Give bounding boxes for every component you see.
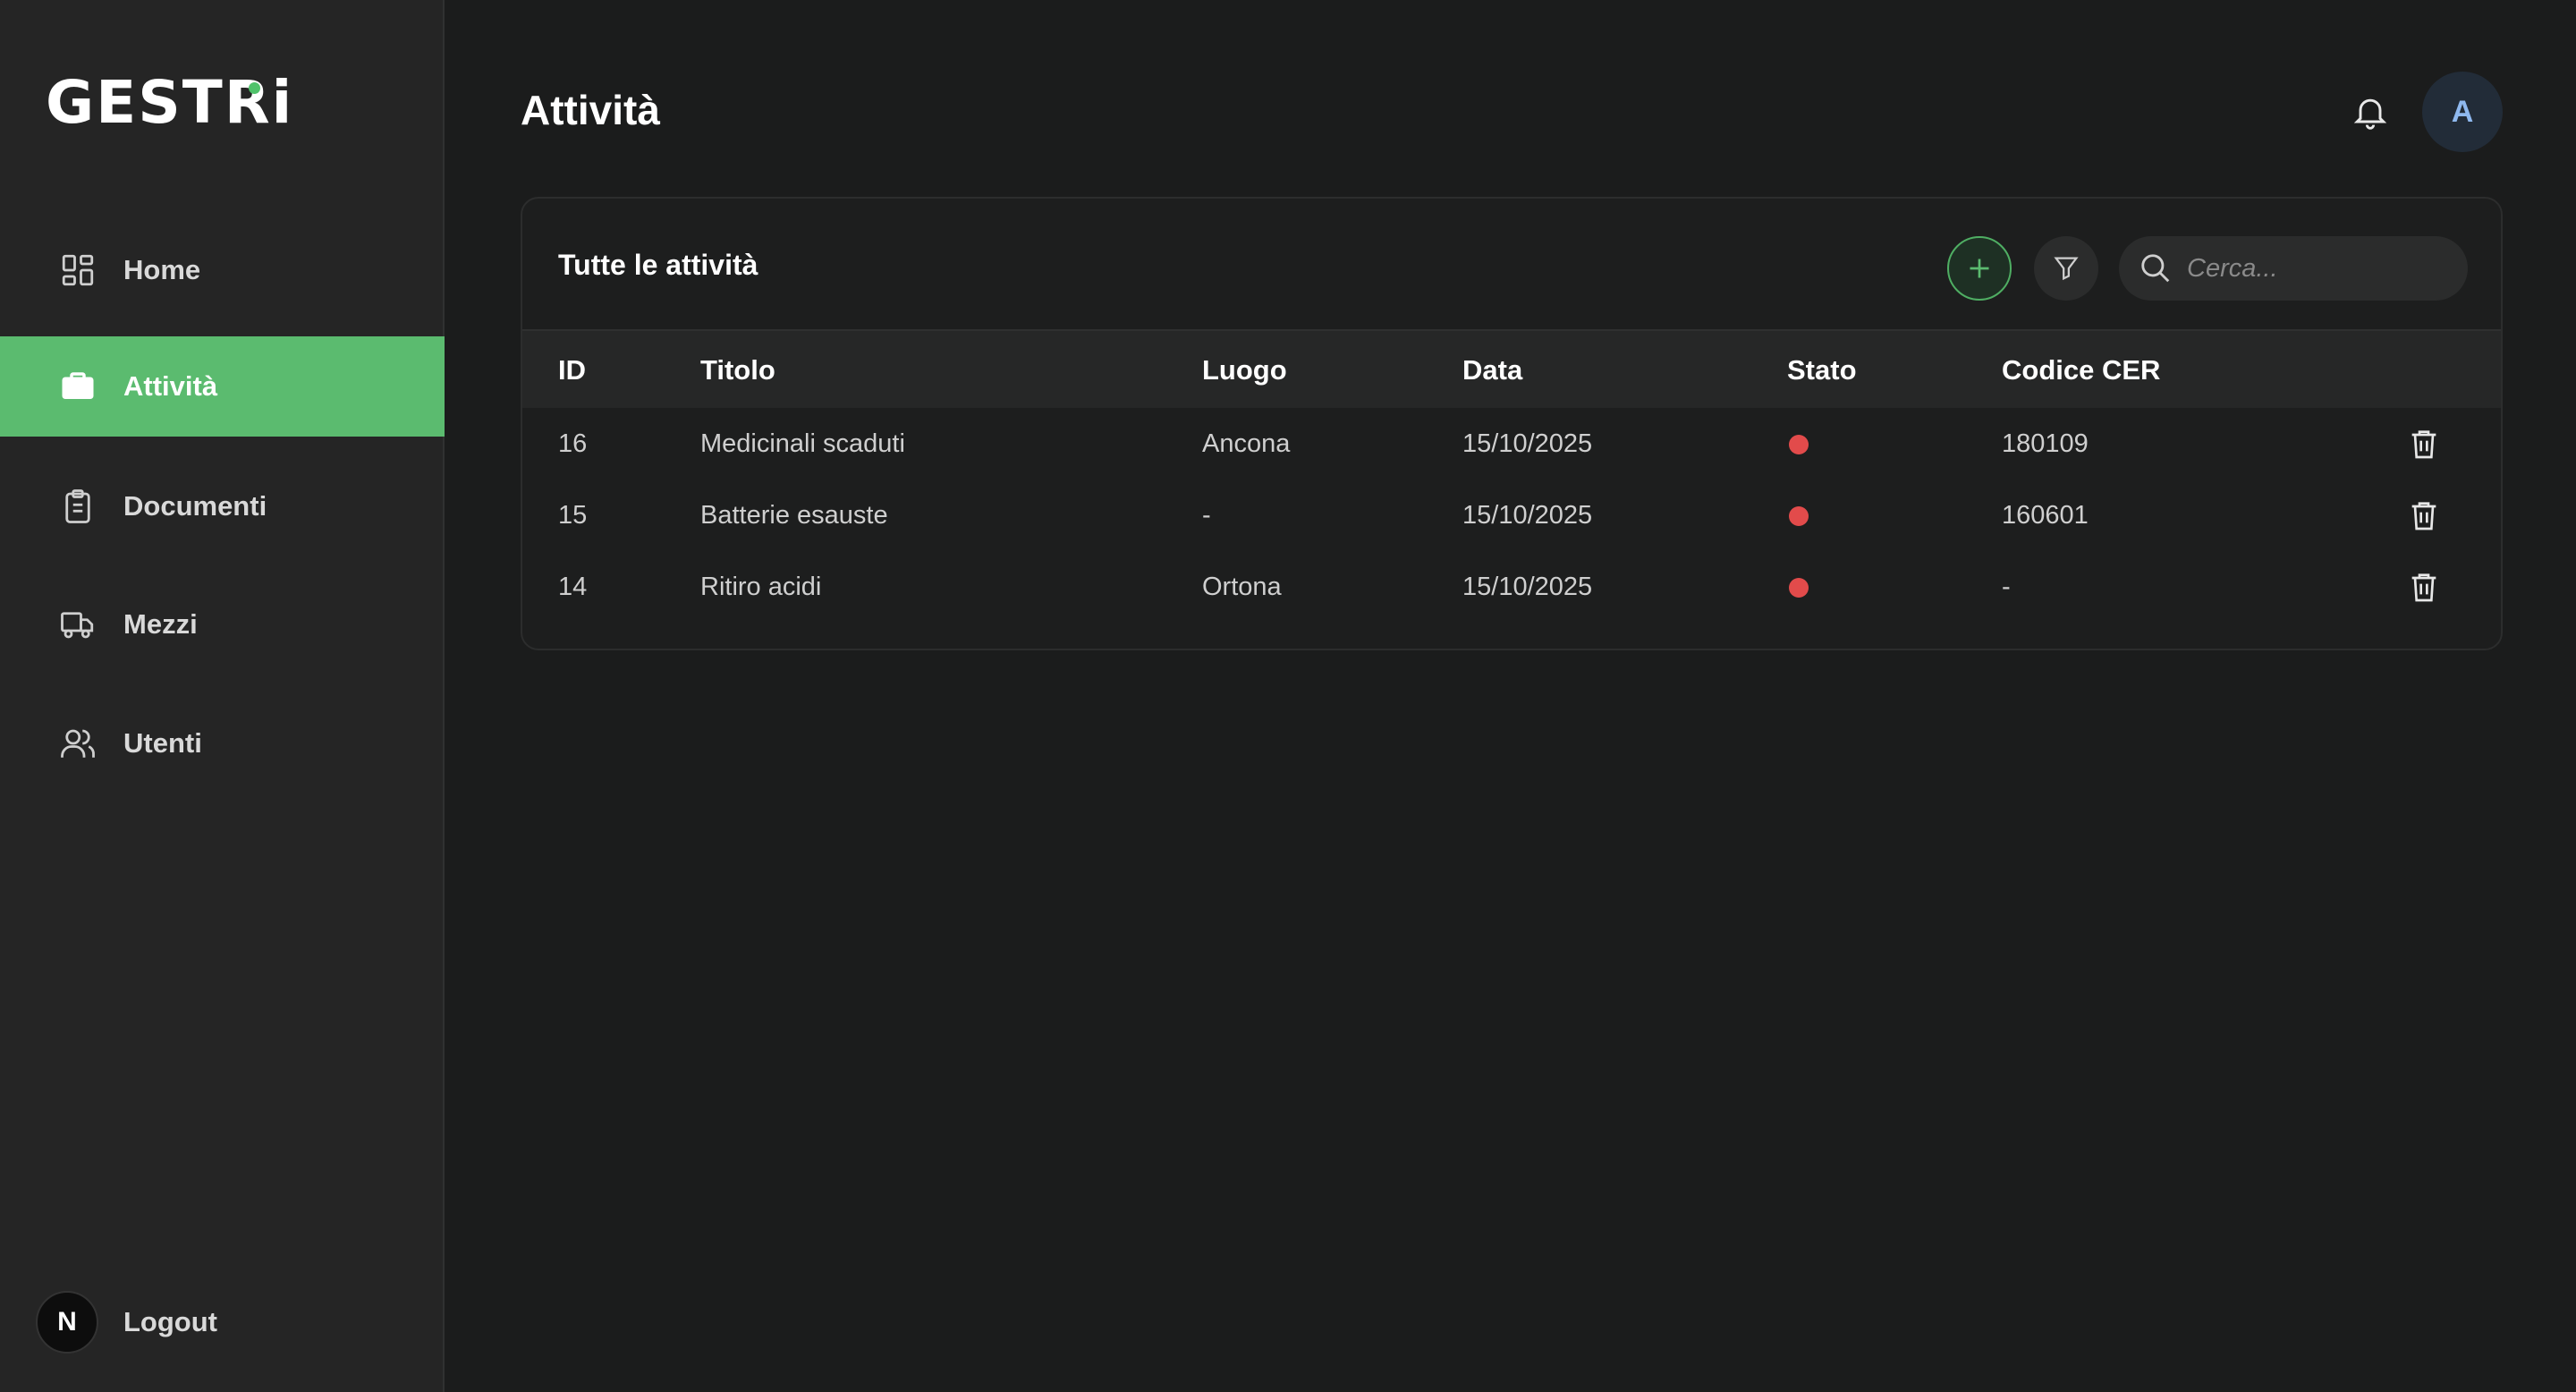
sidebar-item-utenti[interactable]: Utenti: [0, 693, 445, 794]
plus-icon: [1970, 259, 1989, 278]
grid-icon: [59, 251, 97, 289]
status-dot: [1789, 435, 1809, 454]
table-row[interactable]: 15 Batterie esauste - 15/10/2025 160601: [522, 480, 2501, 551]
filter-button[interactable]: [2034, 236, 2098, 301]
logout-label: Logout: [123, 1306, 218, 1337]
sidebar-item-label: Attività: [123, 370, 218, 402]
cell-luogo: Ortona: [1202, 573, 1282, 601]
activities-card: Tutte le attività ID Titolo Luogo Data S…: [521, 197, 2503, 650]
table-header: ID Titolo Luogo Data Stato Codice CER: [522, 329, 2501, 410]
cell-id: 15: [558, 501, 588, 530]
cell-codice-cer: -: [2002, 573, 2011, 601]
cell-data: 15/10/2025: [1462, 573, 1593, 601]
col-codice-cer[interactable]: Codice CER: [2002, 331, 2160, 410]
search-box: [2119, 236, 2468, 301]
col-luogo[interactable]: Luogo: [1202, 331, 1287, 410]
sidebar-item-documenti[interactable]: Documenti: [0, 456, 445, 556]
trash-icon[interactable]: [2406, 426, 2442, 462]
briefcase-icon: [59, 368, 97, 405]
add-activity-button[interactable]: [1947, 236, 2012, 301]
cell-codice-cer: 160601: [2002, 501, 2089, 530]
cell-id: 16: [558, 429, 588, 458]
logout-button[interactable]: N Logout: [36, 1291, 217, 1354]
search-input[interactable]: [2187, 246, 2455, 291]
status-dot: [1789, 578, 1809, 598]
sidebar-item-mezzi[interactable]: Mezzi: [0, 574, 445, 675]
cell-luogo: Ancona: [1202, 429, 1291, 458]
col-data[interactable]: Data: [1462, 331, 1522, 410]
sidebar-item-label: Utenti: [123, 727, 202, 759]
users-icon: [59, 725, 97, 762]
bell-icon[interactable]: [2351, 91, 2390, 132]
sidebar-item-label: Home: [123, 254, 201, 285]
col-stato[interactable]: Stato: [1787, 331, 1857, 410]
page-title: Attività: [521, 87, 660, 133]
status-dot: [1789, 506, 1809, 526]
table-row[interactable]: 14 Ritiro acidi Ortona 15/10/2025 -: [522, 551, 2501, 623]
cell-data: 15/10/2025: [1462, 429, 1593, 458]
cell-luogo: -: [1202, 501, 1211, 530]
logout-avatar: N: [36, 1291, 98, 1354]
sidebar-item-home[interactable]: Home: [0, 220, 445, 320]
search-icon: [2141, 254, 2170, 283]
cell-id: 14: [558, 573, 588, 601]
col-titolo[interactable]: Titolo: [700, 331, 775, 410]
trash-icon[interactable]: [2406, 569, 2442, 605]
sidebar-item-label: Documenti: [123, 490, 267, 522]
cell-codice-cer: 180109: [2002, 429, 2089, 458]
cell-titolo: Batterie esauste: [700, 501, 888, 530]
card-title: Tutte le attività: [558, 249, 758, 281]
truck-icon: [59, 606, 97, 643]
cell-titolo: Ritiro acidi: [700, 573, 822, 601]
filter-icon: [2054, 257, 2079, 281]
sidebar-item-attivita[interactable]: Attività: [0, 336, 445, 437]
col-id[interactable]: ID: [558, 331, 586, 410]
sidebar-item-label: Mezzi: [123, 608, 198, 640]
trash-icon[interactable]: [2406, 497, 2442, 533]
logo-dot: [249, 82, 260, 94]
table-row[interactable]: 16 Medicinali scaduti Ancona 15/10/2025 …: [522, 408, 2501, 480]
cell-titolo: Medicinali scaduti: [700, 429, 905, 458]
clipboard-icon: [59, 488, 97, 525]
sidebar: GESTRi Home Attività Documenti Mezzi Ute…: [0, 0, 445, 1392]
cell-data: 15/10/2025: [1462, 501, 1593, 530]
user-avatar[interactable]: A: [2422, 72, 2503, 152]
